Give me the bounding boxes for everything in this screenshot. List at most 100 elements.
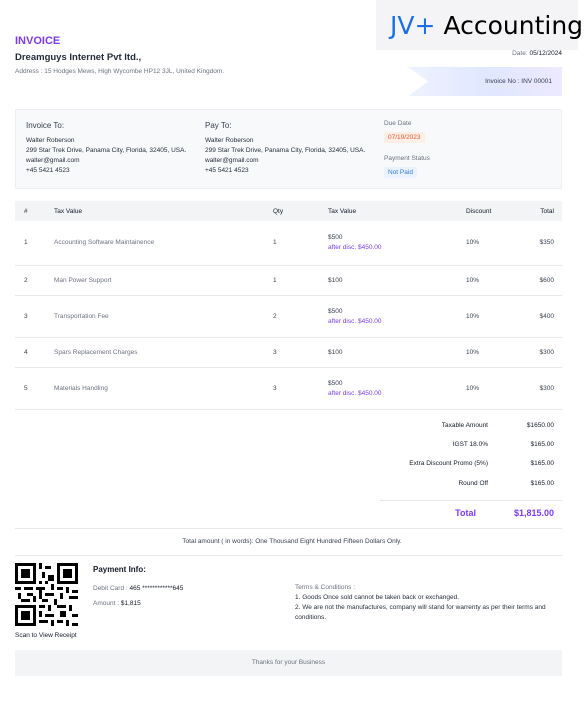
brand-name: Accounting [443,10,584,40]
debit-card-line: Debit Card : 465 ************645 [93,585,183,592]
totals-row: Round Off $165.00 [380,474,562,493]
totals-row: IGST 18.0% $165.00 [380,435,562,454]
totals-value: $1650.00 [526,422,554,430]
pay-to: Pay To: Walter Roberson 299 Star Trek Dr… [205,121,365,176]
totals-label: IGST 18.0% [452,441,488,449]
row-discount: 10% [457,221,517,266]
row-after-discount: after disc. $450.00 [328,244,382,252]
brand-prefix: JV+ [390,10,436,40]
row-number: 2 [15,265,45,296]
row-tax-value: $500 [328,307,343,315]
row-qty: 1 [264,265,319,296]
amount-label: Amount : [93,600,120,607]
pay-to-phone: +45 5421 4523 [205,167,249,174]
row-total: $350 [517,221,562,266]
totals-block: Taxable Amount $1650.00 IGST 18.0% $165.00… [380,416,562,493]
row-description: Materials Handling [45,367,264,410]
amount-value: $1,815 [120,600,141,607]
row-discount: 10% [457,265,517,296]
totals-row: Taxable Amount $1650.00 [380,416,562,435]
row-discount: 10% [457,367,517,410]
col-tax-value: Tax Value [328,207,357,215]
col-qty: Qty [273,207,284,215]
grand-total-label: Total [455,508,476,518]
table-row: 2 Man Power Support 1 $100 10% $600 [15,265,562,296]
footer-message: Thanks for your Business [15,650,562,676]
row-after-discount: after disc. $450.00 [328,317,382,325]
totals-label: Round Off [458,479,488,487]
grand-total: Total $1,815.00 [380,508,562,518]
invoice-to-address: 299 Star Trek Drive, Panama City, Florid… [26,147,187,154]
row-total: $600 [517,265,562,296]
row-tax: $500 after disc. $450.00 [319,367,457,410]
row-tax-value: $100 [319,337,457,368]
totals-label: Extra Discount Promo (5%) [409,460,488,468]
col-description: Tax Value [54,207,83,215]
totals-label: Taxable Amount [441,422,488,430]
invoice-to-phone: +45 5421 4523 [26,167,70,174]
grand-total-value: $1,815.00 [513,508,554,518]
debit-card-label: Debit Card : [93,585,128,592]
amount-line: Amount : $1,815 [93,600,141,607]
totals-value: $165.00 [530,441,555,449]
terms-line: 2. We are not the manufactures, company … [295,604,546,621]
row-total: $300 [517,337,562,368]
row-description: Transportation Fee [45,295,264,338]
col-number: # [24,207,28,215]
terms-title: Terms & Conditions : [295,584,355,591]
payment-info-title: Payment Info: [93,565,146,574]
date-value: 05/12/2024 [529,50,562,57]
divider [15,555,562,556]
table-row: 3 Transportation Fee 2 $500 after disc. $… [15,295,562,338]
invoice-number-value: INV 00001 [521,78,552,85]
col-discount: Discount [466,207,492,215]
date-label: Date: [512,50,528,57]
payment-status-badge: Not Paid [384,167,417,178]
invoice-to-email: walter@gmail.com [26,157,80,164]
row-qty: 2 [264,295,319,338]
pay-to-address: 299 Star Trek Drive, Panama City, Florid… [205,147,366,154]
items-table: # Tax Value Qty Tax Value Discount Total… [15,201,562,410]
scan-label: Scan to View Receipt [15,632,77,639]
row-description: Spars Replacement Charges [45,337,264,368]
terms-line: 1. Goods Once sold cannot be taken back … [295,594,460,601]
company-name: Dreamguys Internet Pvt ltd., [15,52,142,63]
invoice-to: Invoice To: Walter Roberson 299 Star Tre… [26,121,186,176]
row-tax-value: $500 [328,234,343,242]
due-date-label: Due Date [384,120,412,127]
row-description: Accounting Software Maintainence [45,221,264,266]
invoice-number: Invoice No : INV 00001 [485,78,552,85]
row-tax: $500 after disc. $450.00 [319,221,457,266]
pay-to-email: walter@gmail.com [205,157,259,164]
pay-to-heading: Pay To: [205,121,232,130]
totals-value: $165.00 [530,479,555,487]
row-discount: 10% [457,295,517,338]
row-qty: 3 [264,367,319,410]
row-tax-value: $500 [328,379,343,387]
due-date-value: 07/19/2023 [384,132,425,143]
qr-code-icon[interactable] [15,563,78,626]
table-row: 5 Materials Handling 3 $500 after disc. $… [15,367,562,410]
row-qty: 1 [264,221,319,266]
row-tax-value: $100 [319,265,457,296]
row-after-discount: after disc. $450.00 [328,389,382,397]
totals-divider [380,500,562,501]
debit-card-value: 465 ************645 [129,585,184,592]
row-total: $300 [517,367,562,410]
row-number: 3 [15,295,45,338]
row-total: $400 [517,295,562,338]
table-row: 1 Accounting Software Maintainence 1 $50… [15,221,562,266]
row-number: 4 [15,337,45,368]
invoice-title: INVOICE [15,35,61,47]
totals-row: Extra Discount Promo (5%) $165.00 [380,454,562,473]
row-discount: 10% [457,337,517,368]
invoice-to-heading: Invoice To: [26,121,65,130]
invoice-number-label: Invoice No : [485,78,520,85]
totals-value: $165.00 [530,460,555,468]
row-number: 5 [15,367,45,410]
payment-status-label: Payment Status [384,155,430,162]
terms-block: Terms & Conditions : 1. Goods Once sold … [295,583,563,623]
row-tax: $500 after disc. $450.00 [319,295,457,338]
brand-logo: JV+ Accounting [376,0,583,50]
col-total: Total [540,207,554,215]
